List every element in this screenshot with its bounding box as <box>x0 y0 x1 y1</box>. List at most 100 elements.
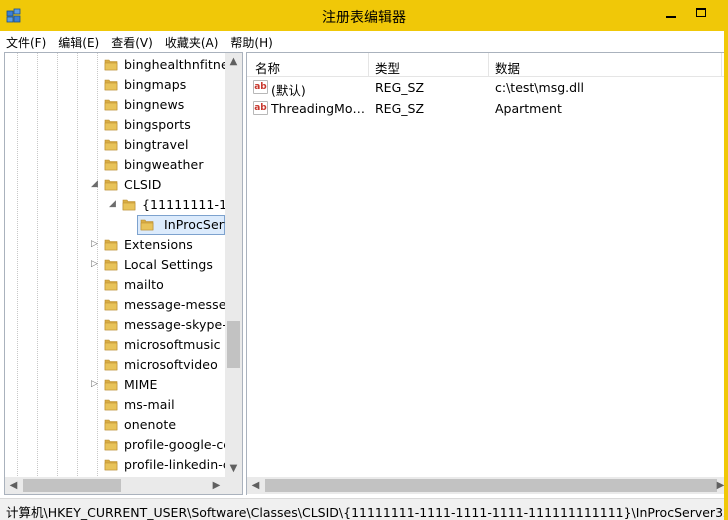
tree-twisty-placeholder <box>91 438 101 450</box>
tree-item[interactable]: ◢ CLSID <box>5 175 225 195</box>
list-hscroll-thumb[interactable] <box>265 479 717 492</box>
tree-item[interactable]: microsoftvideo <box>5 355 225 375</box>
values-list[interactable]: 名称 类型 数据 ab (默认) REG_SZ c:\test\msg.dll … <box>246 52 728 495</box>
tree-item-label: mailto <box>124 277 164 292</box>
window-border <box>724 31 728 520</box>
client-area: 文件(F) 编辑(E) 查看(V) 收藏夹(A) 帮助(H) binghealt… <box>0 31 728 520</box>
tree-twisty-placeholder <box>91 458 101 470</box>
tree-item[interactable]: InProcServ <box>5 215 231 235</box>
tree-item[interactable]: profile-google-cc <box>5 435 230 455</box>
folder-icon <box>104 99 118 111</box>
collapse-arrow-icon[interactable]: ◢ <box>91 178 101 190</box>
tree-vscroll-thumb[interactable] <box>227 321 240 368</box>
status-bar: 计算机\HKEY_CURRENT_USER\Software\Classes\C… <box>0 498 728 520</box>
tree-horizontal-scrollbar[interactable]: ◀ ▶ <box>5 477 225 494</box>
value-name: ThreadingModel <box>271 101 367 116</box>
folder-icon <box>104 159 118 171</box>
tree-item[interactable]: profile-linkedin-c <box>5 455 230 475</box>
folder-icon <box>104 359 118 371</box>
menu-favorites[interactable]: 收藏夹(A) <box>159 31 225 52</box>
tree-item[interactable]: message-skype-c <box>5 315 234 335</box>
tree-item[interactable]: bingmaps <box>5 75 225 95</box>
tree-item-label: message-skype-c <box>124 317 234 332</box>
value-type: REG_SZ <box>375 80 425 95</box>
column-header-name[interactable]: 名称 <box>255 58 280 77</box>
column-divider[interactable] <box>368 53 369 77</box>
tree-item-label: Local Settings <box>124 257 214 272</box>
scroll-down-icon[interactable]: ▼ <box>225 460 242 477</box>
minimize-button[interactable] <box>654 0 688 24</box>
tree-item[interactable]: bingsports <box>5 115 225 135</box>
tree-item[interactable]: ▷ MIME <box>5 375 225 395</box>
menu-bar: 文件(F) 编辑(E) 查看(V) 收藏夹(A) 帮助(H) <box>0 31 728 52</box>
tree-twisty-placeholder <box>91 398 101 410</box>
tree-item[interactable]: ◢ {11111111-11 <box>5 195 235 215</box>
tree-item-label: binghealthnfitnes <box>124 57 236 72</box>
column-header-data[interactable]: 数据 <box>495 58 520 77</box>
tree-item[interactable]: ms-mail <box>5 395 225 415</box>
tree-item-label: Extensions <box>124 237 193 252</box>
tree-twisty-placeholder <box>91 138 101 150</box>
maximize-button[interactable] <box>684 0 718 24</box>
scroll-corner <box>225 477 242 494</box>
tree-item-label: onenote <box>124 417 177 432</box>
collapse-arrow-icon[interactable]: ◢ <box>109 198 119 210</box>
maximize-icon <box>696 7 706 17</box>
expand-arrow-icon[interactable]: ▷ <box>91 238 101 250</box>
folder-icon <box>104 299 118 311</box>
folder-icon <box>104 259 118 271</box>
column-divider[interactable] <box>721 53 722 77</box>
tree-vertical-scrollbar[interactable]: ▲ ▼ <box>225 53 242 477</box>
tree-item[interactable]: bingweather <box>5 155 225 175</box>
tree-item[interactable]: message-messer <box>5 295 232 315</box>
folder-icon <box>104 339 118 351</box>
expand-arrow-icon[interactable]: ▷ <box>91 258 101 270</box>
value-row[interactable]: ab ThreadingModel REG_SZ Apartment <box>247 98 728 119</box>
tree-item[interactable]: onenote <box>5 415 225 435</box>
expand-arrow-icon[interactable]: ▷ <box>91 378 101 390</box>
string-value-icon: ab <box>253 80 268 94</box>
title-bar: 注册表编辑器 <box>0 0 728 31</box>
value-type: REG_SZ <box>375 101 425 116</box>
scroll-right-icon[interactable]: ▶ <box>208 477 225 494</box>
tree-item[interactable]: bingtravel <box>5 135 225 155</box>
folder-icon <box>104 79 118 91</box>
tree-item[interactable]: ▷ Local Settings <box>5 255 225 275</box>
tree-item-label: ms-mail <box>124 397 175 412</box>
folder-icon <box>104 379 118 391</box>
tree-item[interactable]: ▷ Extensions <box>5 235 225 255</box>
folder-icon <box>104 439 118 451</box>
tree-item[interactable]: binghealthnfitnes <box>5 55 235 75</box>
menu-view[interactable]: 查看(V) <box>105 31 159 52</box>
tree-item-label: microsoftvideo <box>124 357 218 372</box>
value-row[interactable]: ab (默认) REG_SZ c:\test\msg.dll <box>247 77 728 98</box>
registry-tree[interactable]: binghealthnfitnes bingmaps bingnews bingspo… <box>4 52 243 495</box>
folder-icon <box>104 239 118 251</box>
tree-item-label: bingtravel <box>124 137 189 152</box>
list-horizontal-scrollbar[interactable]: ◀ ▶ <box>247 477 728 494</box>
tree-hscroll-thumb[interactable] <box>23 479 121 492</box>
menu-file[interactable]: 文件(F) <box>0 31 52 52</box>
column-header-type[interactable]: 类型 <box>375 58 400 77</box>
scroll-left-icon[interactable]: ◀ <box>5 477 22 494</box>
tree-item-label: message-messer <box>124 297 232 312</box>
list-header: 名称 类型 数据 <box>247 53 728 77</box>
menu-help[interactable]: 帮助(H) <box>224 31 278 52</box>
folder-icon <box>140 219 154 231</box>
tree-item[interactable]: bingnews <box>5 95 225 115</box>
folder-icon <box>104 59 118 71</box>
value-name: (默认) <box>271 83 306 98</box>
tree-item[interactable]: mailto <box>5 275 225 295</box>
scroll-left-icon[interactable]: ◀ <box>247 477 264 494</box>
folder-icon <box>104 459 118 471</box>
column-divider[interactable] <box>488 53 489 77</box>
tree-item-label: bingmaps <box>124 77 187 92</box>
scroll-up-icon[interactable]: ▲ <box>225 53 242 70</box>
tree-twisty-placeholder <box>91 298 101 310</box>
tree-twisty-placeholder <box>91 58 101 70</box>
menu-edit[interactable]: 编辑(E) <box>52 31 105 52</box>
window-title: 注册表编辑器 <box>322 10 406 26</box>
tree-item-label: CLSID <box>124 177 162 192</box>
tree-item[interactable]: microsoftmusic <box>5 335 225 355</box>
string-value-icon: ab <box>253 101 268 115</box>
